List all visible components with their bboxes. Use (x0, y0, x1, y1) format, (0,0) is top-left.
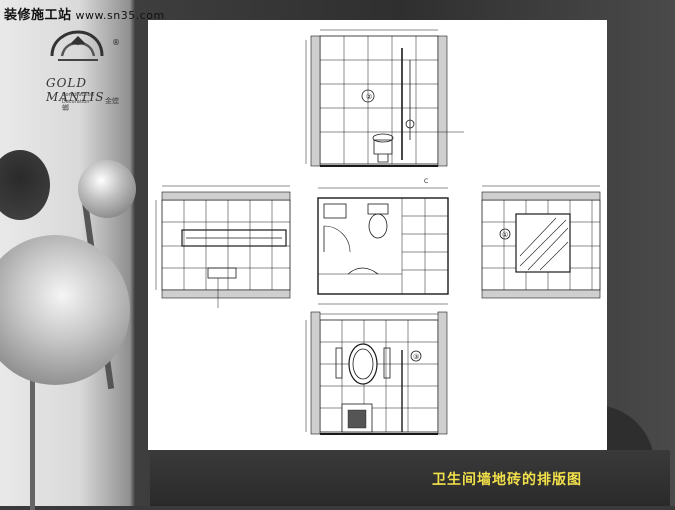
decor-shadow (150, 450, 670, 506)
mark-2: ② (366, 93, 372, 101)
site-watermark: 装修施工站 www.sn35.com (4, 4, 165, 23)
logo-mark-icon (50, 30, 104, 61)
elevation-bottom: ③ (305, 311, 448, 435)
slide-caption: 卫生间墙地砖的排版图 (432, 472, 582, 488)
logo-line1: Construction (62, 92, 94, 98)
decor-ball-small (78, 160, 136, 218)
decor-stick-lower (30, 380, 35, 510)
elevation-left (155, 185, 291, 308)
elevation-right: ① (481, 185, 601, 299)
tile-layout-drawing: ② C ① ③ (155, 29, 601, 435)
logo-registered: ® (112, 38, 120, 47)
watermark-site: 装修施工站 (4, 8, 72, 23)
logo-subtext: Construction Decoration 金螳螂 (62, 92, 122, 112)
floor-plan: C (317, 178, 449, 305)
elevation-top: ② (305, 29, 464, 167)
plan-label: C (424, 178, 428, 185)
mark-3: ③ (413, 353, 419, 361)
drawing-sheet: ② C ① ③ (148, 20, 607, 450)
company-logo: ® GOLD MANTIS Construction Decoration 金螳… (22, 22, 132, 112)
mark-1: ① (502, 231, 508, 239)
